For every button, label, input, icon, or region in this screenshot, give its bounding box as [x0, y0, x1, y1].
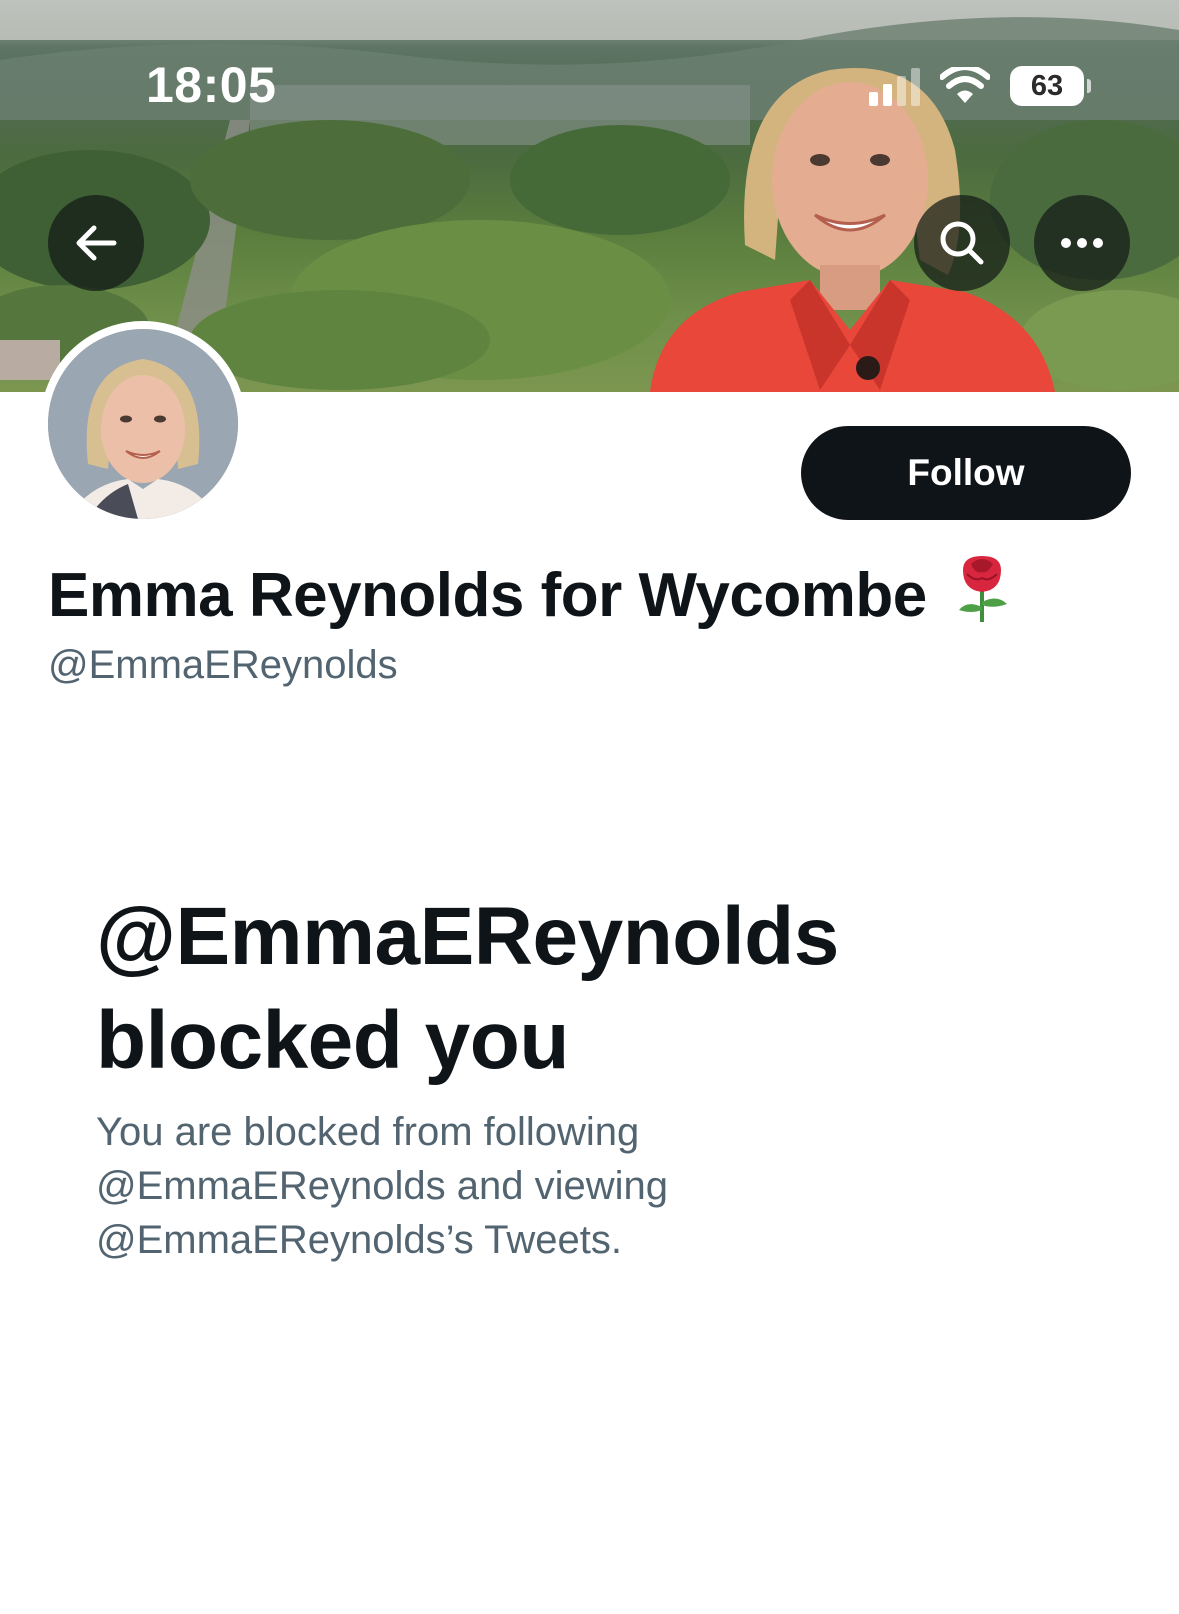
search-button[interactable]: [914, 195, 1010, 291]
wifi-icon: [940, 67, 990, 103]
arrow-left-icon: [76, 225, 117, 261]
avatar-photo: [48, 329, 238, 519]
more-horizontal-icon: [1061, 238, 1103, 248]
follow-button[interactable]: Follow: [801, 426, 1131, 520]
profile-handle: @EmmaEReynolds: [48, 643, 398, 687]
profile-display-name: Emma Reynolds for Wycombe: [48, 552, 1015, 639]
display-name-text: Emma Reynolds for Wycombe: [48, 561, 927, 630]
rose-icon: [949, 552, 1015, 639]
blocked-message: You are blocked from following @EmmaERey…: [96, 1110, 668, 1262]
battery-icon: 63: [1010, 66, 1091, 106]
profile-screen: 18:05 63 Follow Emma Reynolds for Wycomb…: [0, 0, 1179, 1614]
cellular-signal-icon: [869, 66, 920, 106]
profile-avatar[interactable]: [40, 321, 246, 527]
status-bar-icons: 63: [869, 66, 1091, 106]
battery-level: 63: [1030, 69, 1064, 102]
more-options-button[interactable]: [1034, 195, 1130, 291]
back-button[interactable]: [48, 195, 144, 291]
blocked-title: @EmmaEReynolds blocked you: [96, 891, 839, 1086]
search-icon: [940, 221, 984, 265]
status-bar-time: 18:05: [146, 57, 277, 113]
